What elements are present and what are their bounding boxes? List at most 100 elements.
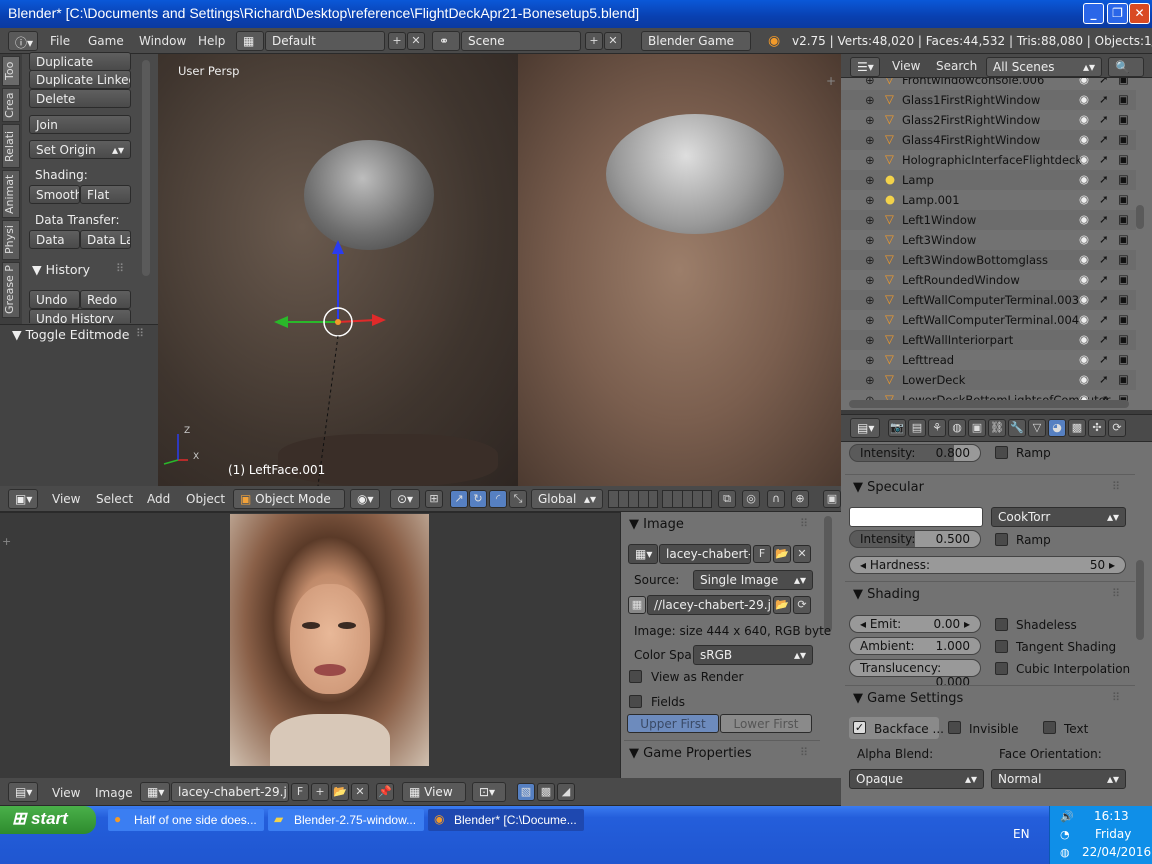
outliner-row[interactable]: ⊕ ▽ LeftRoundedWindow ◉ ➚ ▣	[841, 270, 1136, 290]
footer-fake-user-button[interactable]: F	[291, 783, 309, 801]
visibility-eye-icon[interactable]: ◉	[1079, 112, 1089, 126]
tab-physics[interactable]: Physi	[2, 220, 20, 260]
snap-toggle-icon[interactable]: ∩	[767, 490, 785, 508]
display-color-icon[interactable]: ▧	[517, 783, 535, 801]
expand-icon[interactable]: ⊕	[865, 233, 875, 247]
tab-grease-pencil[interactable]: Grease P	[2, 262, 20, 318]
selectable-arrow-icon[interactable]: ➚	[1099, 332, 1109, 346]
viewport-editor-type-icon[interactable]: ▣▾	[8, 489, 38, 509]
expand-icon[interactable]: ⊕	[865, 133, 875, 147]
expand-icon[interactable]: ⊕	[865, 173, 875, 187]
render-camera-icon[interactable]: ▣	[1118, 332, 1129, 346]
diffuse-ramp-checkbox[interactable]	[995, 446, 1008, 459]
add-layout-icon[interactable]: +	[388, 32, 406, 50]
diffuse-intensity-slider[interactable]: Intensity: 0.800	[849, 444, 981, 462]
mode-select[interactable]: ▣ Object Mode	[233, 489, 345, 509]
image-pack-icon[interactable]: ▦	[628, 596, 646, 614]
outliner-item-label[interactable]: HolographicInterfaceFlightdeck	[902, 153, 1082, 167]
source-select[interactable]: Single Image ▴▾	[693, 570, 813, 590]
expand-icon[interactable]: ⊕	[865, 253, 875, 267]
image-open-folder-icon[interactable]: 📂	[773, 545, 791, 563]
particles-tab-icon[interactable]: ✣	[1088, 419, 1106, 437]
scene-tab-icon[interactable]: ⚘	[928, 419, 946, 437]
outliner-row[interactable]: ⊕ ▽ Left1Window ◉ ➚ ▣	[841, 210, 1136, 230]
outliner-row[interactable]: ⊕ ▽ Frontwindowconsole.006 ◉ ➚ ▣	[841, 78, 1136, 90]
expand-icon[interactable]: ⊕	[865, 193, 875, 207]
network-icon[interactable]: ◔	[1060, 828, 1070, 841]
menu-window[interactable]: Window	[139, 34, 186, 48]
scene-icon[interactable]: ⚭	[432, 31, 460, 51]
outliner-row[interactable]: ⊕ ▽ LeftWallInteriorpart ◉ ➚ ▣	[841, 330, 1136, 350]
taskbar-item-explorer[interactable]: ▰ Blender-2.75-window...	[268, 809, 424, 831]
close-button[interactable]: ✕	[1129, 3, 1150, 24]
viewport-menu-select[interactable]: Select	[96, 492, 133, 506]
specular-panel-title[interactable]: ▼ Specular	[853, 480, 924, 495]
outliner-row[interactable]: ⊕ ▽ LowerDeck ◉ ➚ ▣	[841, 370, 1136, 390]
engine-select[interactable]: Blender Game▴▾	[641, 31, 751, 51]
snap-element-icon[interactable]: ⊕	[791, 490, 809, 508]
visibility-eye-icon[interactable]: ◉	[1079, 252, 1089, 266]
orientation-select[interactable]: Global ▴▾	[531, 489, 603, 509]
world-tab-icon[interactable]: ◍	[948, 419, 966, 437]
shading-panel-title[interactable]: ▼ Shading	[853, 587, 920, 602]
game-settings-grip-icon[interactable]: ⠿	[1112, 691, 1120, 704]
image-browse-icon[interactable]: ▦▾	[628, 544, 658, 564]
flat-button[interactable]: Flat	[80, 185, 131, 204]
tab-tools[interactable]: Too	[2, 56, 20, 86]
outliner-scenes-select[interactable]: All Scenes ▴▾	[986, 57, 1102, 77]
footer-image-name-field[interactable]: lacey-chabert-29.jpg	[171, 782, 289, 802]
volume-icon[interactable]: 🔊	[1060, 810, 1074, 823]
visibility-eye-icon[interactable]: ◉	[1079, 172, 1089, 186]
image-reload-icon[interactable]: ⟳	[793, 596, 811, 614]
outliner-row[interactable]: ⊕ ▽ HolographicInterfaceFlightdeck ◉ ➚ ▣	[841, 150, 1136, 170]
image-panel-title[interactable]: ▼ Image	[629, 517, 684, 532]
image-name-field[interactable]: lacey-chabert-...	[659, 544, 751, 564]
render-camera-icon[interactable]: ▣	[1118, 192, 1129, 206]
selectable-arrow-icon[interactable]: ➚	[1099, 312, 1109, 326]
expand-icon[interactable]: ⊕	[865, 78, 875, 87]
visibility-eye-icon[interactable]: ◉	[1079, 292, 1089, 306]
footer-new-image-icon[interactable]: +	[311, 783, 329, 801]
visibility-eye-icon[interactable]: ◉	[1079, 352, 1089, 366]
operator-panel-title[interactable]: ▼ Toggle Editmode	[12, 327, 129, 342]
upper-first-button[interactable]: Upper First	[627, 714, 719, 733]
outliner-scrollbar[interactable]	[1136, 205, 1144, 229]
outliner-item-label[interactable]: Glass4FirstRightWindow	[902, 133, 1040, 147]
outliner-row[interactable]: ⊕ ▽ LeftWallComputerTerminal.004 ◉ ➚ ▣	[841, 310, 1136, 330]
selectable-arrow-icon[interactable]: ➚	[1099, 78, 1109, 86]
redo-button[interactable]: Redo	[80, 290, 131, 309]
tab-relations[interactable]: Relati	[2, 124, 20, 168]
game-properties-panel-title[interactable]: ▼ Game Properties	[629, 746, 752, 761]
visibility-eye-icon[interactable]: ◉	[1079, 312, 1089, 326]
outliner-menu-search[interactable]: Search	[936, 59, 977, 73]
shadeless-checkbox[interactable]	[995, 618, 1008, 631]
visibility-eye-icon[interactable]: ◉	[1079, 212, 1089, 226]
duplicate-button[interactable]: Duplicate	[29, 52, 131, 71]
start-button[interactable]: ⊞ start	[0, 806, 96, 834]
outliner-item-label[interactable]: Left1Window	[902, 213, 976, 227]
outliner-row[interactable]: ⊕ ▽ Lefttread ◉ ➚ ▣	[841, 350, 1136, 370]
selectable-arrow-icon[interactable]: ➚	[1099, 292, 1109, 306]
viewport-menu-object[interactable]: Object	[186, 492, 225, 506]
image-view-mode-select[interactable]: ▦ View	[402, 782, 466, 802]
security-icon[interactable]: ◍	[1060, 846, 1070, 859]
selectable-arrow-icon[interactable]: ➚	[1099, 172, 1109, 186]
taskbar-item-firefox[interactable]: ● Half of one side does...	[108, 809, 264, 831]
outliner-item-label[interactable]: Glass2FirstRightWindow	[902, 113, 1040, 127]
scene-layers-a[interactable]	[608, 490, 658, 508]
image-grip-icon[interactable]: ⠿	[800, 517, 808, 530]
backface-checkbox[interactable]: ✓	[853, 721, 866, 734]
outliner-search-icon[interactable]: 🔍	[1108, 57, 1144, 77]
viewport-menu-add[interactable]: Add	[147, 492, 170, 506]
expand-icon[interactable]: ⊕	[865, 353, 875, 367]
specular-color-swatch[interactable]	[849, 507, 983, 527]
scene-layers-b[interactable]	[662, 490, 712, 508]
invisible-checkbox[interactable]	[948, 721, 961, 734]
ambient-slider[interactable]: Ambient: 1.000	[849, 637, 981, 655]
expand-icon[interactable]: ⊕	[865, 373, 875, 387]
selectable-arrow-icon[interactable]: ➚	[1099, 372, 1109, 386]
layout-icon[interactable]: ▦	[236, 31, 264, 51]
outliner-item-label[interactable]: Left3WindowBottomglass	[902, 253, 1048, 267]
undo-history-button[interactable]: Undo History	[29, 309, 131, 323]
alpha-blend-select[interactable]: Opaque ▴▾	[849, 769, 984, 789]
